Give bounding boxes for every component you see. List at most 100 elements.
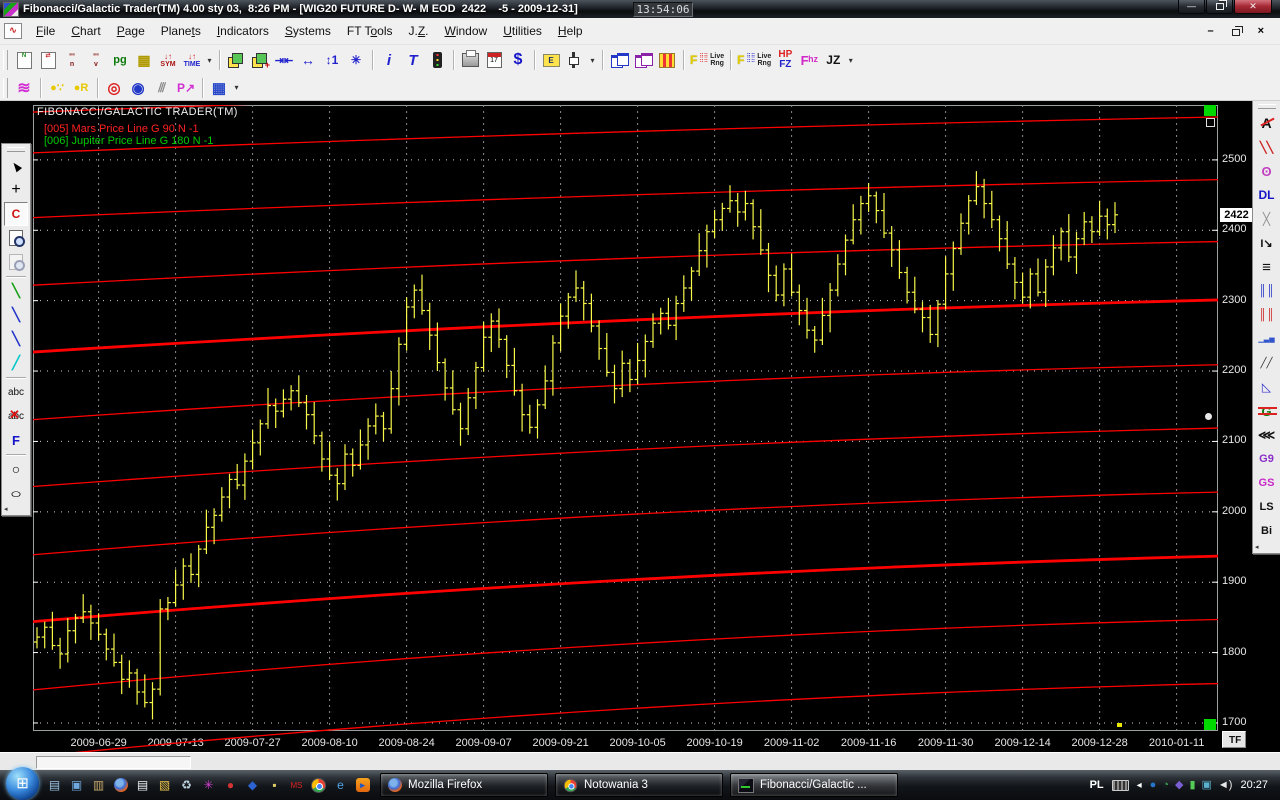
bar-style-button[interactable]: [563, 48, 587, 72]
crosshair-tool[interactable]: +: [4, 178, 28, 202]
new-chart-button[interactable]: N: [12, 48, 36, 72]
menu-window[interactable]: Window: [437, 20, 496, 42]
keyboard-icon[interactable]: [1111, 779, 1129, 791]
v-lines-blue-tool[interactable]: ║║: [1255, 279, 1279, 303]
gs-tool[interactable]: GS: [1255, 471, 1279, 495]
cross-lines-tool[interactable]: ╳: [1255, 207, 1279, 231]
signals-button[interactable]: [425, 48, 449, 72]
tray-chevron-icon[interactable]: ◂: [1137, 780, 1142, 791]
graphics-app-icon[interactable]: ✳: [198, 774, 219, 796]
scroll-mid-marker[interactable]: [1205, 413, 1212, 420]
scroll-bottom-handle[interactable]: [1204, 719, 1216, 730]
planet-retro-button[interactable]: ●R: [69, 76, 93, 100]
taskbar-button-firefox[interactable]: Mozilla Firefox: [380, 773, 548, 797]
tile-windows-purple-button[interactable]: [631, 48, 655, 72]
angles-button[interactable]: ⫻: [150, 76, 174, 100]
ephemeris-table-button[interactable]: ▦: [207, 76, 231, 100]
trend-pens-tool[interactable]: ╲╲: [1255, 135, 1279, 159]
chrome-icon[interactable]: [308, 774, 329, 796]
language-indicator[interactable]: PL: [1090, 779, 1104, 791]
jz-button[interactable]: JZ: [821, 48, 845, 72]
compress-time-button[interactable]: ⇥⇤: [272, 48, 296, 72]
scale-updown-button[interactable]: ↕1: [320, 48, 344, 72]
taskbar-button-fibonacci[interactable]: Fibonacci/Galactic ...: [730, 773, 898, 797]
v-lines-red-tool[interactable]: ║║: [1255, 303, 1279, 327]
security-app-icon[interactable]: ●: [220, 774, 241, 796]
tray-network-icon[interactable]: ▣: [1202, 779, 1212, 791]
restore-button[interactable]: [1206, 0, 1233, 14]
child-restore-button[interactable]: [1231, 29, 1240, 36]
i-trend-tool[interactable]: I↘: [1255, 231, 1279, 255]
menu-chart[interactable]: Chart: [63, 20, 108, 42]
price-chart[interactable]: 2009-06-29 2009-07-13 2009-07-27 2009-08-10…: [33, 105, 1218, 753]
ls-tool[interactable]: LS: [1255, 495, 1279, 519]
folder-icon[interactable]: ▧: [154, 774, 175, 796]
calendar-button[interactable]: 17: [482, 48, 506, 72]
page-button[interactable]: pg: [108, 48, 132, 72]
hp-fz-button[interactable]: HP FZ: [773, 48, 797, 72]
color-grid-button[interactable]: [655, 48, 679, 72]
ephemeris-dropdown[interactable]: ▾: [231, 76, 242, 100]
close-button[interactable]: ✕: [1234, 0, 1272, 14]
menu-page[interactable]: Page: [109, 20, 153, 42]
text-button[interactable]: T: [401, 48, 425, 72]
concentric-circles-button[interactable]: ◎: [102, 76, 126, 100]
circle-tool[interactable]: ○: [4, 457, 28, 481]
green-line-tool[interactable]: ╲: [4, 279, 28, 303]
open-chart-button[interactable]: ⇄: [36, 48, 60, 72]
collapse-left-palette[interactable]: ◂: [4, 505, 8, 513]
tray-scheduler-icon[interactable]: ◔: [1162, 779, 1169, 791]
cycle-circles-tool[interactable]: ʘ: [1255, 159, 1279, 183]
symbol-step-button[interactable]: ↓↑ SYM: [156, 48, 180, 72]
ms-app-icon[interactable]: MS: [286, 774, 307, 796]
scale-v-button[interactable]: ʹʹʹ v: [84, 48, 108, 72]
bar-style-dropdown[interactable]: ▾: [587, 48, 598, 72]
internet-explorer-icon[interactable]: e: [330, 774, 351, 796]
messenger-icon[interactable]: ◆: [242, 774, 263, 796]
docs-app-icon[interactable]: ▪: [264, 774, 285, 796]
f-live-range-blue-button[interactable]: F ⠿⠿ ⠛⠛ Live Rng: [735, 48, 773, 72]
jz-dropdown[interactable]: ▾: [845, 48, 856, 72]
tile-windows-blue-button[interactable]: [607, 48, 631, 72]
measure-button[interactable]: E: [539, 48, 563, 72]
save-drive-icon[interactable]: ▥: [88, 774, 109, 796]
dollar-button[interactable]: $: [506, 48, 530, 72]
pencil-tool[interactable]: ╱: [4, 351, 28, 375]
triangle-tool[interactable]: ◺: [1255, 375, 1279, 399]
taskbar-button-notowania[interactable]: Notowania 3: [555, 773, 723, 797]
add-page-button[interactable]: +: [248, 48, 272, 72]
tray-app-blue-icon[interactable]: ●: [1150, 779, 1157, 791]
mini-bars-tool[interactable]: ▁▃▅: [1255, 327, 1279, 351]
f-live-range-red-button[interactable]: F ⠿⠿ ⠛⠛ Live Rng: [688, 48, 726, 72]
menu-systems[interactable]: Systems: [277, 20, 339, 42]
delete-text-tool[interactable]: abc: [4, 404, 28, 428]
scroll-top-handle[interactable]: [1204, 105, 1216, 116]
media-player-icon[interactable]: ▸: [352, 774, 373, 796]
center-button[interactable]: ✳: [344, 48, 368, 72]
parallel-lines-tool[interactable]: ╱╱: [1255, 351, 1279, 375]
scale-n-button[interactable]: ʹʹʹ n: [60, 48, 84, 72]
planet-line-button[interactable]: ●∵: [45, 76, 69, 100]
notepad-icon[interactable]: ▤: [132, 774, 153, 796]
child-close-button[interactable]: ×: [1252, 24, 1270, 38]
tray-volume-icon[interactable]: ◄): [1218, 779, 1233, 791]
recycle-bin-icon[interactable]: ♻: [176, 774, 197, 796]
text-label-tool[interactable]: abc: [4, 380, 28, 404]
print-button[interactable]: [458, 48, 482, 72]
zoom-out-tool[interactable]: [4, 250, 28, 274]
timeframe-button[interactable]: TF: [1222, 731, 1246, 748]
menu-file[interactable]: File: [28, 20, 63, 42]
palette-grip[interactable]: [1257, 104, 1276, 109]
orbit-button[interactable]: ◉: [126, 76, 150, 100]
switch-windows-icon[interactable]: ▣: [66, 774, 87, 796]
taskbar-clock[interactable]: 20:27: [1240, 779, 1268, 791]
fibonacci-tool[interactable]: F: [4, 428, 28, 452]
chart-window-icon[interactable]: ∿: [4, 23, 22, 39]
steep-line-tool[interactable]: ╲: [4, 327, 28, 351]
show-desktop-icon[interactable]: ▤: [44, 774, 65, 796]
c-tool[interactable]: C: [4, 202, 28, 226]
symbol-dropdown[interactable]: ▾: [204, 48, 215, 72]
biorhythm-button[interactable]: ≋: [12, 76, 36, 100]
info-button[interactable]: i: [377, 48, 401, 72]
planet-p-button[interactable]: P↗: [174, 76, 198, 100]
